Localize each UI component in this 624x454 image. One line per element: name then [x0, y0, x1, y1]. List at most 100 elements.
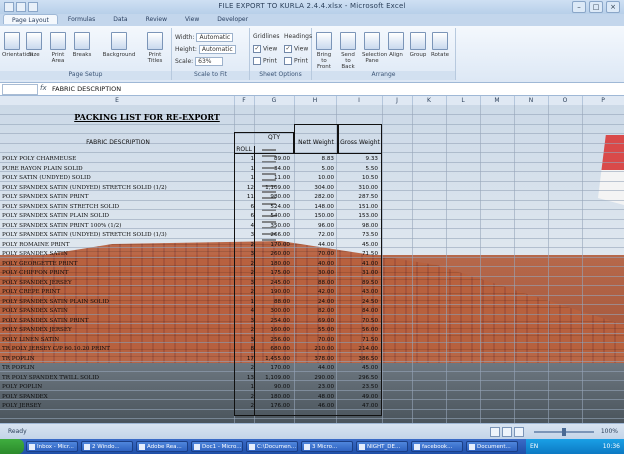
roll-cell[interactable]: 1 [236, 175, 254, 181]
description-cell[interactable]: POLY SPANDEX SATIN PRINT 100% (1/2) [2, 223, 232, 229]
table-row[interactable]: POLY JERSEY 2 176.00 46.00 47.00 [0, 402, 380, 411]
description-cell[interactable]: TR POLY SPANDEX TWILL SOLID [2, 375, 232, 381]
description-cell[interactable]: POLY SPANDEX JERSEY [2, 280, 232, 286]
description-cell[interactable]: POLY JERSEY [2, 403, 232, 409]
description-cell[interactable]: POLY POPLIN [2, 384, 232, 390]
page-layout-view-icon[interactable] [502, 427, 512, 437]
qty-cell[interactable]: 176.00 [256, 403, 290, 409]
gross-weight-header[interactable]: Gross Weight [338, 139, 382, 146]
table-row[interactable]: POLY SPANDEX SATIN PRINT 11 980.00 282.00 28… [0, 193, 380, 202]
description-cell[interactable]: POLY SPANDEX JERSEY [2, 327, 232, 333]
gross-weight-cell[interactable]: 23.50 [338, 384, 378, 390]
net-weight-cell[interactable]: 44.00 [296, 365, 334, 371]
description-cell[interactable]: POLY SPANDEX SATIN PLAIN SOLID [2, 213, 232, 219]
qty-cell[interactable]: 90.00 [256, 384, 290, 390]
width-dropdown[interactable]: Automatic [196, 33, 234, 42]
table-row[interactable]: TR POLY SPANDEX TWILL SOLID 13 1,109.00 290… [0, 374, 380, 383]
description-cell[interactable]: POLY SPANDEX SATIN [2, 251, 232, 257]
size-button[interactable]: Size [24, 32, 44, 58]
net-weight-cell[interactable]: 10.00 [296, 175, 334, 181]
taskbar-button[interactable]: Inbox - Micr... [26, 441, 78, 452]
net-weight-cell[interactable]: 8.83 [296, 156, 334, 162]
table-row[interactable]: POLY LINEN SATIN 3 256.00 70.00 71.50 [0, 336, 380, 345]
gross-weight-cell[interactable]: 45.00 [338, 242, 378, 248]
page-break-view-icon[interactable] [514, 427, 524, 437]
taskbar-button[interactable]: 2 Windo... [81, 441, 133, 452]
net-weight-cell[interactable]: 5.00 [296, 166, 334, 172]
background-button[interactable]: Background [102, 32, 136, 58]
gross-weight-cell[interactable]: 151.00 [338, 204, 378, 210]
net-weight-cell[interactable]: 55.00 [296, 327, 334, 333]
table-row[interactable]: POLY SPANDEX SATIN 3 260.00 70.00 71.50 [0, 250, 380, 259]
sheet-title[interactable]: PACKING LIST FOR RE-EXPORT [60, 112, 234, 122]
table-row[interactable]: POLY POPLIN 1 90.00 23.00 23.50 [0, 383, 380, 392]
qty-cell[interactable]: 160.00 [256, 327, 290, 333]
description-cell[interactable]: TR POLY JERSEY C/P 60.10.20 PRINT [2, 346, 232, 352]
taskbar-button[interactable]: NIGHT_DE... [356, 441, 408, 452]
roll-header[interactable]: ROLL [234, 146, 254, 153]
table-row[interactable]: TR POPLIN 2 170.00 44.00 45.00 [0, 364, 380, 373]
net-weight-cell[interactable]: 48.00 [296, 394, 334, 400]
net-weight-cell[interactable]: 378.00 [296, 356, 334, 362]
gross-weight-cell[interactable]: 56.00 [338, 327, 378, 333]
net-weight-cell[interactable]: 304.00 [296, 185, 334, 191]
close-button[interactable]: × [606, 1, 620, 13]
roll-cell[interactable]: 2 [236, 365, 254, 371]
roll-cell[interactable]: 1 [236, 166, 254, 172]
qty-cell[interactable]: 256.00 [256, 337, 290, 343]
print-titles-button[interactable]: Print Titles [142, 32, 168, 64]
qty-cell[interactable]: 1,109.00 [256, 375, 290, 381]
description-cell[interactable]: POLY SPANDEX SATIN PLAIN SOLID [2, 299, 232, 305]
description-cell[interactable]: POLY SPANDEX SATIN (UNDYED) STRETCH SOLI… [2, 232, 232, 238]
breaks-button[interactable]: Breaks [72, 32, 92, 58]
roll-cell[interactable]: 13 [236, 375, 254, 381]
gross-weight-cell[interactable]: 5.50 [338, 166, 378, 172]
table-row[interactable]: POLY SPANDEX SATIN PLAIN SOLID 1 88.00 24.0… [0, 298, 380, 307]
qty-cell[interactable]: 190.00 [256, 289, 290, 295]
table-row[interactable]: TR POLY JERSEY C/P 60.10.20 PRINT 8 680.00… [0, 345, 380, 354]
description-cell[interactable]: POLY ROMAINE PRINT [2, 242, 232, 248]
normal-view-icon[interactable] [490, 427, 500, 437]
orientation-button[interactable]: Orientation [2, 32, 33, 58]
qty-cell[interactable]: 524.00 [256, 204, 290, 210]
column-header-l[interactable]: L [446, 96, 481, 105]
net-weight-cell[interactable]: 88.00 [296, 280, 334, 286]
column-header-m[interactable]: M [480, 96, 515, 105]
taskbar-button[interactable]: Doc1 - Micro... [191, 441, 243, 452]
qty-cell[interactable]: 266.00 [256, 232, 290, 238]
table-row[interactable]: POLY SPANDEX JERSEY 2 160.00 55.00 56.00 [0, 326, 380, 335]
start-button[interactable] [0, 439, 24, 454]
description-cell[interactable]: POLY SATIN (UNDYED) SOLID [2, 175, 232, 181]
tab-view[interactable]: View [177, 14, 207, 24]
gridlines-print-row[interactable]: Print [253, 57, 277, 65]
net-weight-cell[interactable]: 82.00 [296, 308, 334, 314]
roll-cell[interactable]: 17 [236, 356, 254, 362]
net-weight-cell[interactable]: 70.00 [296, 337, 334, 343]
column-header-g[interactable]: G [254, 96, 295, 105]
roll-cell[interactable]: 8 [236, 346, 254, 352]
roll-cell[interactable]: 1 [236, 384, 254, 390]
send-to-back-button[interactable]: Send to Back [338, 32, 358, 70]
qty-header[interactable]: QTY [254, 134, 294, 141]
roll-cell[interactable]: 2 [236, 270, 254, 276]
net-weight-cell[interactable]: 148.00 [296, 204, 334, 210]
gross-weight-cell[interactable]: 31.00 [338, 270, 378, 276]
table-row[interactable]: PURE RAYON PLAIN SOLID 1 34.00 5.00 5.50 [0, 165, 380, 174]
description-cell[interactable]: POLY LINEN SATIN [2, 337, 232, 343]
roll-cell[interactable]: 6 [236, 213, 254, 219]
roll-cell[interactable]: 3 [236, 251, 254, 257]
gross-weight-cell[interactable]: 386.50 [338, 356, 378, 362]
rotate-button[interactable]: Rotate [430, 32, 450, 58]
gridlines-view-row[interactable]: ✓ View [253, 45, 277, 53]
qty-cell[interactable]: 1,455.00 [256, 356, 290, 362]
tab-data[interactable]: Data [105, 14, 135, 24]
table-row[interactable]: POLY POLY CHARMEUSE 1 89.00 8.83 9.33 [0, 155, 380, 164]
table-row[interactable]: POLY SPANDEX SATIN PRINT 100% (1/2) 4 350.… [0, 222, 380, 231]
checkbox-icon[interactable] [284, 57, 292, 65]
table-row[interactable]: POLY SPANDEX SATIN (UNDYED) STRETCH SOLI… [0, 184, 380, 193]
gross-weight-cell[interactable]: 71.50 [338, 337, 378, 343]
roll-cell[interactable]: 11 [236, 194, 254, 200]
net-weight-cell[interactable]: 290.00 [296, 375, 334, 381]
taskbar-button[interactable]: Document... [466, 441, 518, 452]
column-header-o[interactable]: O [548, 96, 583, 105]
